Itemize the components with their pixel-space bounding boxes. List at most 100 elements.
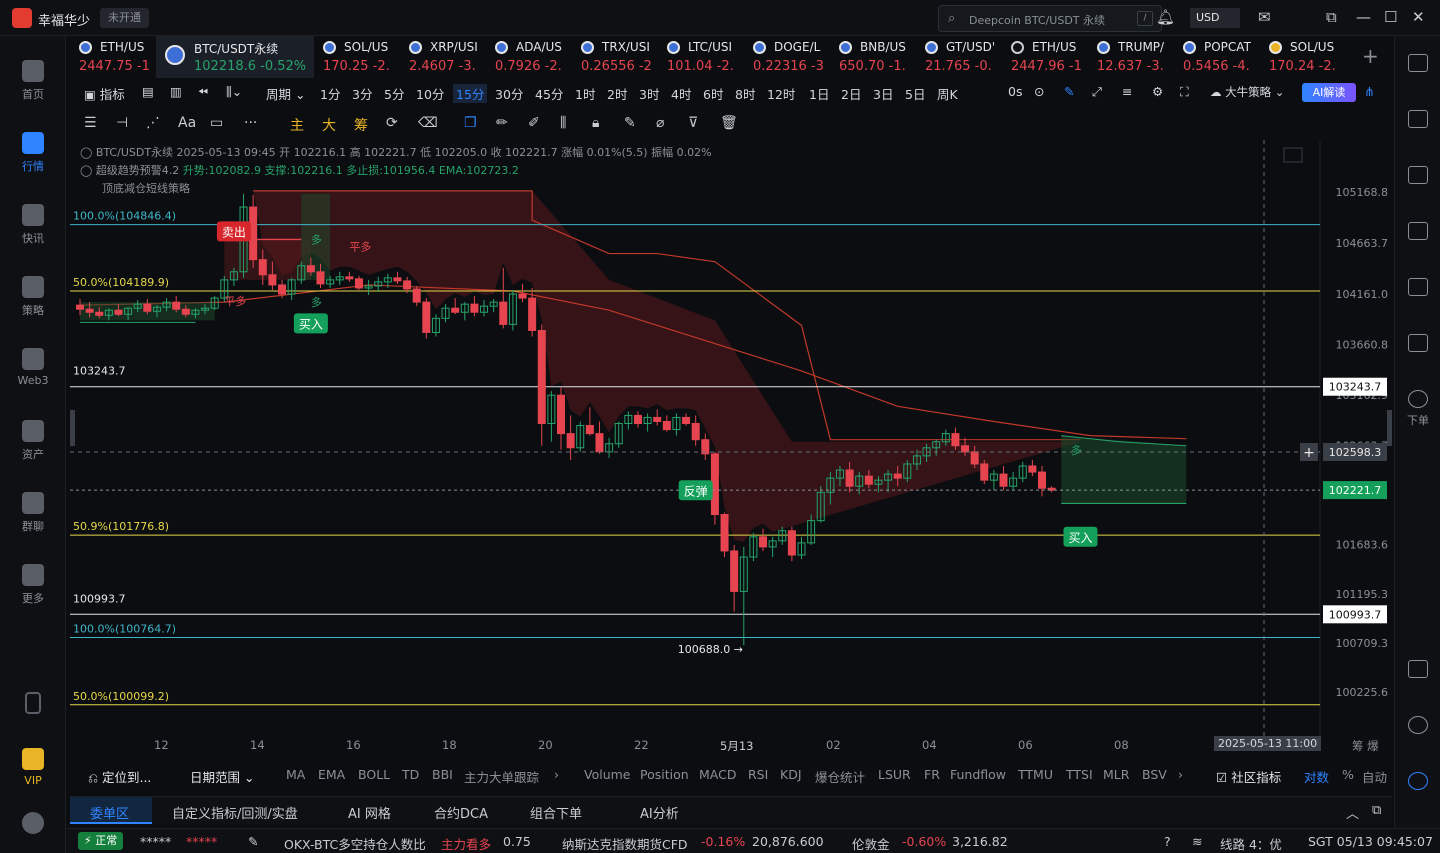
tab-contract-dca[interactable]: 合约DCA xyxy=(434,803,488,822)
ticker-tab[interactable]: TRUMP/12.637 -3. xyxy=(1088,36,1174,78)
window-icon[interactable]: ⧉ xyxy=(1372,803,1381,818)
document-icon[interactable] xyxy=(1408,110,1428,128)
ticker-tab[interactable]: BNB/US 650.70 -1. xyxy=(830,36,916,78)
calendar-icon[interactable]: ▤ xyxy=(142,84,154,99)
pencil-icon[interactable]: ✎ xyxy=(1064,84,1074,99)
period-5d[interactable]: 5日 xyxy=(905,84,925,103)
watchlist-icon[interactable] xyxy=(1408,54,1428,72)
period-30m[interactable]: 30分 xyxy=(495,84,523,103)
locate-button[interactable]: ⎌ 定位到... xyxy=(88,767,151,786)
panel-icon[interactable] xyxy=(1408,660,1428,678)
sidebar-item-device[interactable] xyxy=(0,692,66,718)
ticker-tab[interactable]: DOGE/L 0.22316 -3 xyxy=(744,36,830,78)
sidebar-item-home[interactable]: 首页 xyxy=(0,60,66,102)
ind-td[interactable]: TD xyxy=(402,767,419,782)
sidebar-item-web3[interactable]: Web3 xyxy=(0,348,66,387)
monitor-icon[interactable] xyxy=(1408,278,1428,296)
strategy-dropdown[interactable]: ☁ 大牛策略 ⌄ xyxy=(1210,84,1284,100)
ai-analysis-button[interactable]: AI解读 xyxy=(1302,83,1356,102)
big-order-toggle[interactable]: 大 xyxy=(322,115,336,135)
log-scale-toggle[interactable]: 对数 xyxy=(1304,767,1329,786)
add-ticker-icon[interactable]: + xyxy=(1362,44,1379,68)
period-6h[interactable]: 6时 xyxy=(703,84,723,103)
period-15m[interactable]: 15分 xyxy=(453,84,488,103)
share-icon[interactable]: ⋔ xyxy=(1364,84,1374,99)
ticker-tab[interactable]: GT/USD' 21.765 -0. xyxy=(916,36,1002,78)
period-1h[interactable]: 1时 xyxy=(575,84,595,103)
sidebar-item-settings[interactable] xyxy=(0,812,66,838)
hline-tool-icon[interactable]: ⊣ xyxy=(116,115,128,131)
copy-icon[interactable]: ❐ xyxy=(464,115,477,131)
ticker-tab[interactable]: SOL/US 170.25 -2. xyxy=(314,36,400,78)
ind-bsv[interactable]: BSV xyxy=(1142,767,1167,782)
ticker-tab-active[interactable]: BTC/USDT永续 102218.6 -0.52% xyxy=(156,36,314,78)
maximize-icon[interactable]: ☐ xyxy=(1384,8,1397,26)
tab-custom-indicator[interactable]: 自定义指标/回测/实盘 xyxy=(172,803,298,822)
text-tool-icon[interactable]: Aa xyxy=(178,115,196,131)
ind-ttmu[interactable]: TTMU xyxy=(1018,767,1053,782)
period-8h[interactable]: 8时 xyxy=(735,84,755,103)
period-3d[interactable]: 3日 xyxy=(873,84,893,103)
ind-boll[interactable]: BOLL xyxy=(358,767,390,782)
expand-icon[interactable]: ⤢ xyxy=(1092,84,1102,100)
ind-ttsi[interactable]: TTSI xyxy=(1066,767,1093,782)
chevron-right-icon[interactable]: › xyxy=(554,767,559,782)
headset-icon[interactable] xyxy=(1408,716,1428,734)
popout-icon[interactable]: ⧉ xyxy=(1326,8,1337,26)
axis-extra-labels[interactable]: 筹 爆 xyxy=(1352,738,1379,754)
ind-position[interactable]: Position xyxy=(640,767,689,782)
price-chart[interactable]: 105168.8104663.7104161.0103660.8103162.9… xyxy=(70,140,1392,740)
filter-icon[interactable]: ⊽ xyxy=(688,115,698,131)
chevron-up-icon[interactable]: ︿ xyxy=(1346,803,1359,822)
sidebar-item-strategy[interactable]: 策略 xyxy=(0,276,66,318)
ind-fundflow[interactable]: Fundflow xyxy=(950,767,1006,782)
ind-big-order[interactable]: 主力大单跟踪 xyxy=(464,767,539,786)
ruler-pen-icon[interactable]: ✐ xyxy=(528,115,540,131)
tab-orders[interactable]: 委单区 xyxy=(90,803,129,822)
candles-icon[interactable]: ⫼ xyxy=(560,115,566,131)
period-2d[interactable]: 2日 xyxy=(841,84,861,103)
order-icon[interactable] xyxy=(1408,390,1428,408)
date-range-dropdown[interactable]: 日期范围 ⌄ xyxy=(190,767,254,786)
close-icon[interactable]: ✕ xyxy=(1412,8,1425,26)
search-input[interactable]: ⌕ Deepcoin BTC/USDT 永续 / xyxy=(938,5,1162,32)
ruler-icon[interactable]: ▭ xyxy=(210,115,223,131)
lock-icon[interactable]: 🔒︎ xyxy=(592,115,599,131)
ticker-tab[interactable]: ETH/US 2447.96 -1 xyxy=(1002,36,1088,78)
dollar-icon[interactable] xyxy=(1408,166,1428,184)
ind-lsur[interactable]: LSUR xyxy=(878,767,911,782)
currency-select[interactable]: USD xyxy=(1190,8,1240,28)
tab-ai-grid[interactable]: AI 网格 xyxy=(348,803,391,822)
ind-liquidation[interactable]: 爆仓统计 xyxy=(815,767,865,786)
signal-icon[interactable] xyxy=(1408,222,1428,240)
network-line[interactable]: 线路 4：优 xyxy=(1220,834,1282,853)
ind-mlr[interactable]: MLR xyxy=(1103,767,1129,782)
chart-type-icon[interactable]: ⫼⌄ xyxy=(226,84,242,100)
chevron-right-icon[interactable]: › xyxy=(1178,767,1183,782)
card-icon[interactable] xyxy=(1408,334,1428,352)
auto-toggle[interactable]: 自动 xyxy=(1362,767,1387,786)
brush-icon[interactable]: ✏ xyxy=(496,115,508,131)
trend-tool-icon[interactable]: ⋰ xyxy=(146,115,160,131)
community-indicator-button[interactable]: ☑ 社区指标 xyxy=(1216,767,1281,786)
main-indicator-toggle[interactable]: 主 xyxy=(290,115,304,135)
period-2h[interactable]: 2时 xyxy=(607,84,627,103)
chart-canvas[interactable]: 105168.8104663.7104161.0103660.8103162.9… xyxy=(70,140,1392,740)
chip-toggle[interactable]: 筹 xyxy=(354,115,368,135)
sync-icon[interactable]: ⟳ xyxy=(386,115,398,131)
settings-icon[interactable]: ⚙︎ xyxy=(1152,84,1163,99)
mail-icon[interactable]: ✉ xyxy=(1258,8,1271,26)
indicator-button[interactable]: ▣ 指标 xyxy=(84,84,125,103)
period-dropdown[interactable]: 周期 ⌄ xyxy=(266,84,305,103)
sidebar-item-vip[interactable]: VIP xyxy=(0,748,66,787)
magnet-icon[interactable]: ⌀ xyxy=(656,115,664,131)
edit-icon[interactable]: ✎ xyxy=(624,115,636,131)
sidebar-item-market[interactable]: 行情 xyxy=(0,132,66,174)
camera-icon[interactable]: ⊙ xyxy=(1034,84,1044,99)
ind-ema[interactable]: EMA xyxy=(318,767,345,782)
account-status-badge[interactable]: 未开通 xyxy=(100,8,149,28)
trash-icon[interactable]: 🗑︎ xyxy=(720,115,738,131)
period-1m[interactable]: 1分 xyxy=(320,84,340,103)
order-label[interactable]: 下单 xyxy=(1395,412,1440,428)
ind-rsi[interactable]: RSI xyxy=(748,767,768,782)
